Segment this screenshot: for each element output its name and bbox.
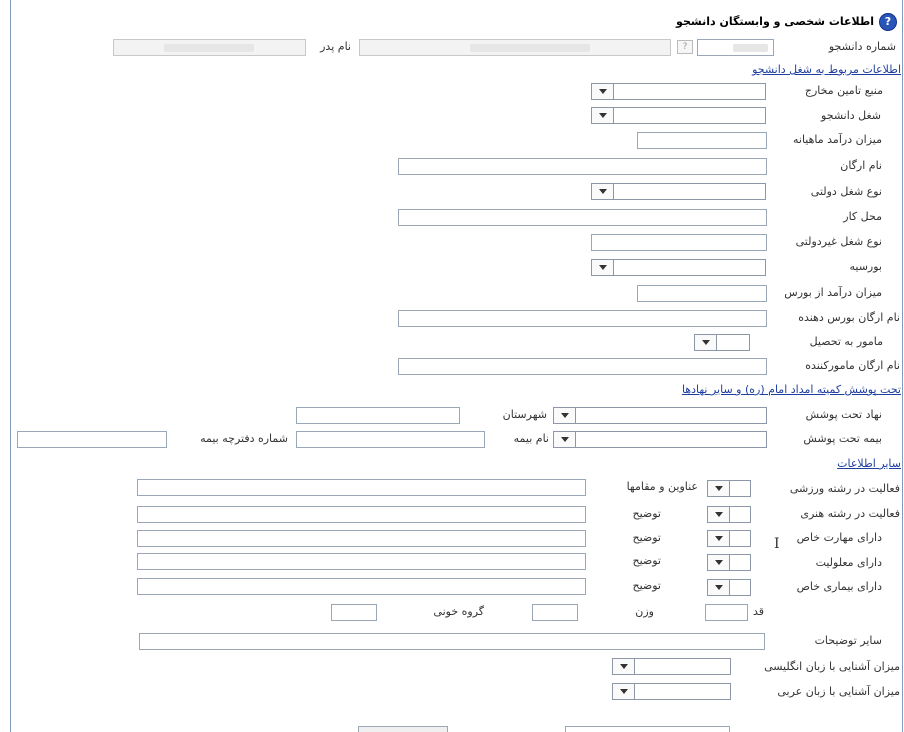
insurance-name-label: نام بیمه — [513, 432, 549, 445]
assigning-org-label: نام ارگان مامورکننده — [805, 359, 900, 372]
chevron-down-icon — [592, 84, 614, 99]
form-page: ? اطلاعات شخصی و وابستگان دانشجو شماره د… — [0, 0, 904, 732]
art-description-input[interactable] — [137, 506, 586, 523]
gov-job-type-label: نوع شغل دولتی — [810, 185, 882, 198]
page-title: اطلاعات شخصی و وابستگان دانشجو — [676, 15, 874, 28]
text-cursor-icon: I — [774, 536, 780, 552]
workplace-label: محل کار — [843, 210, 882, 223]
frame-border-right — [902, 0, 903, 732]
frame-border-left — [10, 0, 11, 732]
art-label: فعالیت در رشته هنری — [800, 507, 900, 520]
insurance-select[interactable] — [553, 431, 767, 448]
assigning-org-input[interactable] — [398, 358, 767, 375]
sports-select[interactable] — [707, 480, 751, 497]
titles-input[interactable] — [137, 479, 586, 496]
chevron-down-icon — [554, 408, 576, 423]
student-name-field — [359, 39, 671, 56]
chevron-down-icon — [613, 684, 635, 699]
english-label: میزان آشنایی با زبان انگلیسی — [764, 660, 900, 673]
partial-field-bottom-left[interactable] — [358, 726, 448, 732]
help-icon[interactable]: ? — [879, 13, 897, 31]
disability-select[interactable] — [707, 554, 751, 571]
covering-org-select[interactable] — [553, 407, 767, 424]
monthly-income-label: میزان درآمد ماهیانه — [792, 133, 882, 146]
chevron-down-icon — [708, 580, 730, 595]
height-input[interactable] — [705, 604, 748, 621]
scholarship-select[interactable] — [591, 259, 766, 276]
other-notes-input[interactable] — [139, 633, 765, 650]
monthly-income-input[interactable] — [637, 132, 767, 149]
scholarship-org-input[interactable] — [398, 310, 767, 327]
disability-description-label: توضیح — [632, 554, 661, 567]
city-label: شهرستان — [502, 408, 547, 421]
insurance-book-label: شماره دفترچه بیمه — [200, 432, 288, 445]
chevron-down-icon — [695, 335, 717, 350]
partial-field-bottom-right[interactable] — [565, 726, 730, 732]
nongov-job-type-label: نوع شغل غیردولتی — [795, 235, 882, 248]
skill-select[interactable] — [707, 530, 751, 547]
student-job-label: شغل دانشجو — [821, 109, 881, 122]
section-other: سایر اطلاعات — [837, 457, 901, 470]
insurance-book-input[interactable] — [17, 431, 167, 448]
chevron-down-icon — [708, 555, 730, 570]
skill-description-input[interactable] — [137, 530, 586, 547]
illness-select[interactable] — [707, 579, 751, 596]
gov-job-type-select[interactable] — [591, 183, 766, 200]
chevron-down-icon — [592, 108, 614, 123]
skill-description-label: توضیح — [632, 531, 661, 544]
blood-group-label: گروه خونی — [433, 605, 484, 618]
student-number-label: شماره دانشجو — [828, 40, 896, 53]
chevron-down-icon — [592, 184, 614, 199]
art-select[interactable] — [707, 506, 751, 523]
chevron-down-icon — [708, 481, 730, 496]
blood-group-input[interactable] — [331, 604, 377, 621]
section-job: اطلاعات مربوط به شغل دانشجو — [752, 63, 901, 76]
illness-description-label: توضیح — [632, 579, 661, 592]
chevron-down-icon — [554, 432, 576, 447]
art-description-label: توضیح — [632, 507, 661, 520]
org-name-label: نام ارگان — [840, 159, 882, 172]
weight-input[interactable] — [532, 604, 578, 621]
covering-org-label: نهاد تحت پوشش — [805, 408, 882, 421]
funding-source-select[interactable] — [591, 83, 766, 100]
sports-label: فعالیت در رشته ورزشی — [789, 482, 900, 495]
nongov-job-type-input[interactable] — [591, 234, 767, 251]
workplace-input[interactable] — [398, 209, 767, 226]
father-name-label: نام پدر — [320, 40, 351, 53]
section-coverage: تحت پوشش کمیته امداد امام (ره) و سایر نه… — [681, 383, 901, 396]
disability-label: دارای معلولیت — [815, 556, 882, 569]
insurance-name-input[interactable] — [296, 431, 485, 448]
assigned-to-study-select[interactable] — [694, 334, 750, 351]
illness-label: دارای بیماری خاص — [796, 580, 882, 593]
city-input[interactable] — [296, 407, 460, 424]
arabic-select[interactable] — [612, 683, 731, 700]
funding-source-label: منبع تامین مخارج — [804, 84, 883, 97]
assigned-to-study-label: مامور به تحصیل — [809, 335, 883, 348]
insurance-label: بیمه تحت پوشش — [803, 432, 882, 445]
chevron-down-icon — [613, 659, 635, 674]
scholarship-income-input[interactable] — [637, 285, 767, 302]
weight-label: وزن — [635, 605, 654, 618]
chevron-down-icon — [708, 531, 730, 546]
arabic-label: میزان آشنایی با زبان عربی — [777, 685, 900, 698]
chevron-down-icon — [592, 260, 614, 275]
titles-label: عناوین و مقامها — [626, 480, 698, 493]
english-select[interactable] — [612, 658, 731, 675]
chevron-down-icon — [708, 507, 730, 522]
student-number-field[interactable] — [697, 39, 774, 56]
student-job-select[interactable] — [591, 107, 766, 124]
skill-label: دارای مهارت خاص — [796, 531, 882, 544]
illness-description-input[interactable] — [137, 578, 586, 595]
father-name-field — [113, 39, 306, 56]
other-notes-label: سایر توضیحات — [814, 634, 882, 647]
height-label: قد — [752, 605, 764, 618]
scholarship-income-label: میزان درآمد از بورس — [784, 286, 882, 299]
disability-description-input[interactable] — [137, 553, 586, 570]
org-name-input[interactable] — [398, 158, 767, 175]
scholarship-org-label: نام ارگان بورس دهنده — [798, 311, 900, 324]
scholarship-label: بورسیه — [849, 260, 883, 273]
student-lookup-icon[interactable]: ? — [677, 40, 693, 54]
